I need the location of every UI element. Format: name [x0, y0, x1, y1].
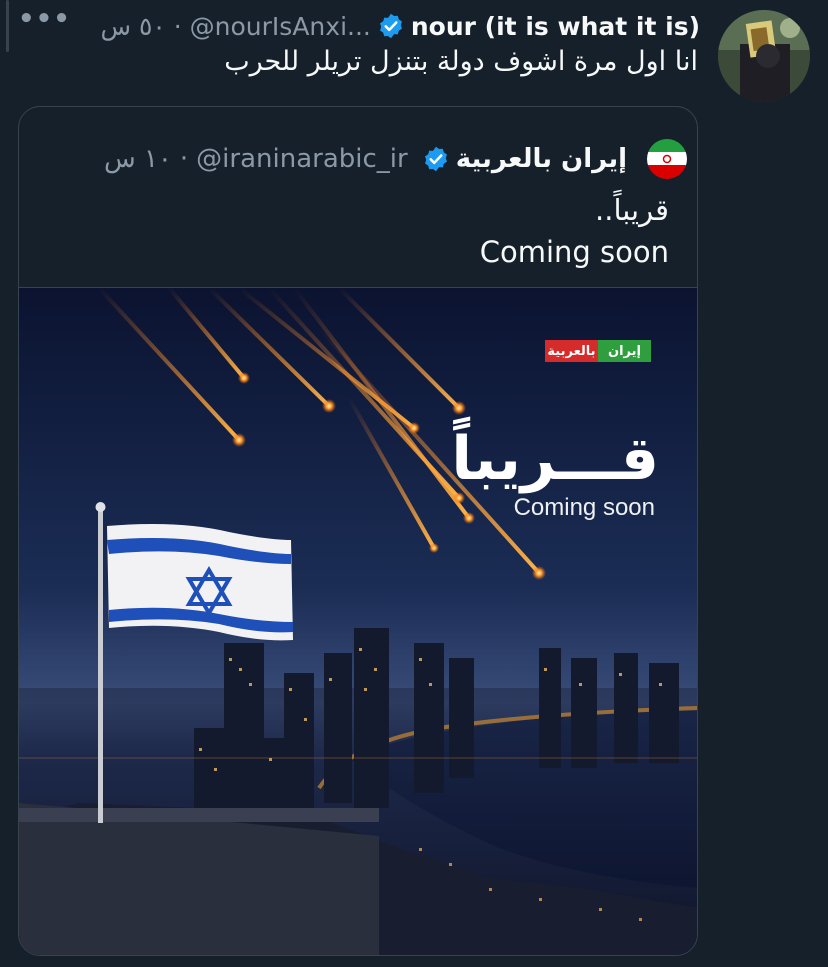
quote-text-english: Coming soon	[479, 235, 669, 269]
verified-badge-icon	[379, 13, 402, 39]
brand-logo-badge: بالعربية إيران	[545, 340, 651, 362]
quote-text: قريباً.. Coming soon	[480, 189, 669, 273]
author-handle[interactable]: @nourIsAnxi...	[190, 12, 371, 41]
tweet-text: انا اول مرة اشوف دولة بتنزل تريلر للحرب	[224, 46, 698, 77]
quote-time[interactable]: ١٠ س	[104, 144, 172, 174]
separator-dot: ·	[165, 11, 190, 41]
media-illustration	[19, 288, 697, 955]
avatar-image	[718, 10, 810, 102]
quote-verified-badge-icon	[424, 146, 447, 172]
quote-avatar-flag-icon[interactable]	[647, 139, 687, 179]
avatar[interactable]	[718, 10, 810, 102]
quoted-tweet-card[interactable]: إيران بالعربية @iraninarabic_ir · ١٠ س ق…	[18, 106, 698, 956]
more-options-icon[interactable]: •••	[18, 4, 71, 34]
quote-separator-dot: ·	[179, 144, 189, 174]
quote-display-name[interactable]: إيران بالعربية	[456, 144, 627, 174]
brand-badge-left: إيران	[598, 340, 651, 362]
quote-media-image[interactable]: بالعربية إيران قـــريباً Coming soon	[19, 287, 697, 955]
media-headline-english: Coming soon	[513, 494, 655, 521]
quote-handle[interactable]: @iraninarabic_ir	[196, 144, 408, 174]
brand-badge-right: بالعربية	[545, 340, 598, 362]
author-display-name[interactable]: nour (it is what it is)	[411, 12, 700, 41]
quote-text-arabic: قريباً..	[595, 193, 669, 227]
media-headline-arabic: قـــريباً	[451, 424, 659, 494]
thread-connector-line	[6, 0, 9, 52]
tweet-time[interactable]: ٥٠ س	[101, 12, 166, 41]
tweet-header: nour (it is what it is) @nourIsAnxi... ·…	[101, 6, 701, 46]
quote-header: إيران بالعربية @iraninarabic_ir · ١٠ س	[104, 139, 687, 179]
